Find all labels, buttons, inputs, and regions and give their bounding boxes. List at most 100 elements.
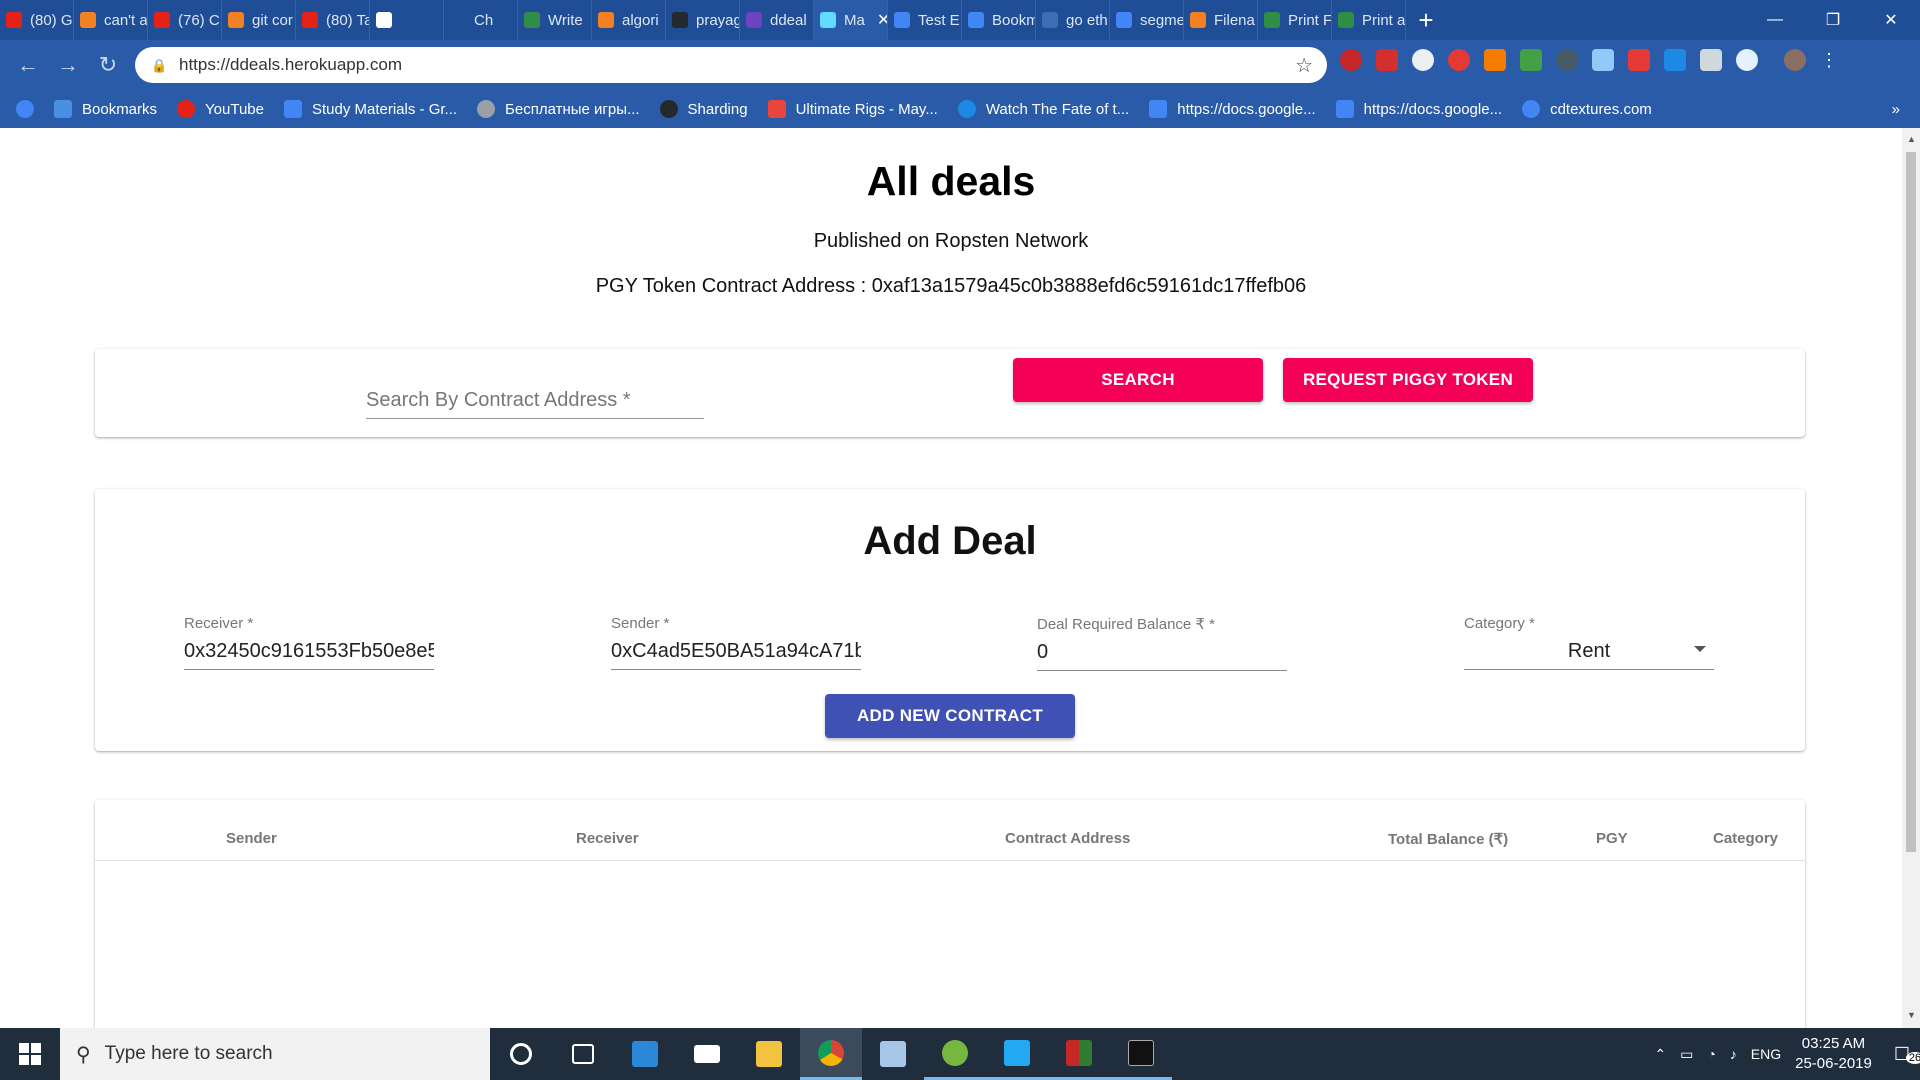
vscode-icon[interactable]: [986, 1028, 1048, 1080]
scroll-down-icon[interactable]: ▼: [1907, 1010, 1916, 1020]
notepad-icon[interactable]: [862, 1028, 924, 1080]
extension-icon[interactable]: [1376, 49, 1398, 71]
file-explorer-icon[interactable]: [738, 1028, 800, 1080]
search-button[interactable]: SEARCH: [1013, 358, 1263, 402]
profile-avatar[interactable]: [1784, 49, 1806, 71]
winrar-icon[interactable]: [1048, 1028, 1110, 1080]
extension-icon[interactable]: [1592, 49, 1614, 71]
extension-icon[interactable]: [1736, 49, 1758, 71]
bookmark-item[interactable]: Bookmarks: [54, 100, 157, 118]
browser-tab[interactable]: Ma ✕: [814, 0, 888, 40]
bookmark-item[interactable]: cdtextures.com: [1522, 100, 1652, 118]
forward-icon[interactable]: →: [48, 45, 88, 85]
wifi-icon[interactable]: ◔: [1707, 1046, 1715, 1062]
browser-tab[interactable]: git cor: [222, 0, 296, 40]
mail-icon[interactable]: [676, 1028, 738, 1080]
add-contract-button[interactable]: ADD NEW CONTRACT: [825, 694, 1075, 738]
bookmark-item[interactable]: Бесплатные игры...: [477, 100, 640, 118]
menu-icon[interactable]: ⋮: [1820, 49, 1838, 71]
bookmark-item[interactable]: Watch The Fate of t...: [957, 100, 1129, 118]
browser-tab[interactable]: Write: [518, 0, 592, 40]
browser-tab[interactable]: ddeal: [740, 0, 814, 40]
bookmark-item[interactable]: https://docs.google...: [1335, 100, 1502, 118]
bookmarks-overflow-icon[interactable]: »: [1892, 101, 1900, 118]
browser-tab[interactable]: Filena: [1184, 0, 1258, 40]
balance-input[interactable]: 0: [1037, 641, 1287, 671]
browser-tab[interactable]: (80) G: [0, 0, 74, 40]
category-select[interactable]: Rent: [1464, 640, 1714, 670]
browser-tab[interactable]: (80) Ta: [296, 0, 370, 40]
restore-icon[interactable]: ❐: [1804, 0, 1862, 40]
close-tab-icon[interactable]: ✕: [877, 10, 887, 30]
bookmark-item[interactable]: [16, 100, 34, 118]
request-token-button[interactable]: REQUEST PIGGY TOKEN: [1283, 358, 1533, 402]
back-icon[interactable]: ←: [8, 45, 48, 85]
browser-tab[interactable]: Ch: [444, 0, 518, 40]
balance-field[interactable]: Deal Required Balance ₹ * 0: [1037, 615, 1287, 671]
receiver-input[interactable]: 0x32450c9161553Fb50e8e5: [184, 640, 434, 670]
chevron-up-icon[interactable]: ⌃: [1654, 1046, 1666, 1063]
new-tab-button[interactable]: +: [1406, 0, 1446, 40]
extension-icon[interactable]: [1520, 49, 1542, 71]
extension-icon[interactable]: [1340, 49, 1362, 71]
close-window-icon[interactable]: ✕: [1862, 0, 1920, 40]
browser-tab[interactable]: prayag: [666, 0, 740, 40]
extension-icon[interactable]: [1628, 49, 1650, 71]
column-total-balance[interactable]: Total Balance (₹): [1388, 830, 1508, 848]
sender-field[interactable]: Sender * 0xC4ad5E50BA51a94cA71b: [611, 615, 861, 670]
store-icon[interactable]: [614, 1028, 676, 1080]
notifications-icon[interactable]: ☐ 26: [1894, 1044, 1920, 1065]
scrollbar-thumb[interactable]: [1906, 152, 1916, 852]
browser-tab[interactable]: Print a: [1332, 0, 1406, 40]
column-category[interactable]: Category: [1713, 830, 1778, 847]
scroll-up-icon[interactable]: ▲: [1907, 134, 1916, 144]
windows-start-icon[interactable]: [0, 1028, 60, 1080]
page-scrollbar[interactable]: ▲ ▼: [1902, 128, 1920, 1028]
browser-tab[interactable]: Test E: [888, 0, 962, 40]
extension-icon[interactable]: [1556, 49, 1578, 71]
extension-icon[interactable]: [1700, 49, 1722, 71]
column-contract-address[interactable]: Contract Address: [1005, 830, 1130, 847]
bookmark-star-icon[interactable]: ☆: [1295, 53, 1313, 78]
minimize-icon[interactable]: —: [1746, 0, 1804, 40]
browser-tab[interactable]: Bookm: [962, 0, 1036, 40]
column-receiver[interactable]: Receiver: [576, 830, 639, 847]
browser-tab[interactable]: algori: [592, 0, 666, 40]
language-indicator[interactable]: ENG: [1751, 1046, 1781, 1062]
column-sender[interactable]: Sender: [226, 830, 277, 847]
extension-icon[interactable]: [1448, 49, 1470, 71]
browser-tab[interactable]: segme: [1110, 0, 1184, 40]
column-pgy[interactable]: PGY: [1596, 830, 1628, 847]
extension-icon[interactable]: [1664, 49, 1686, 71]
browser-tab[interactable]: can't a: [74, 0, 148, 40]
bookmark-item[interactable]: Study Materials - Gr...: [283, 100, 457, 118]
search-input[interactable]: Search By Contract Address *: [366, 389, 704, 419]
address-bar[interactable]: 🔒 https://ddeals.herokuapp.com ☆: [135, 47, 1327, 83]
battery-icon[interactable]: ▭: [1680, 1046, 1693, 1063]
terminal-icon[interactable]: [1110, 1028, 1172, 1080]
taskbar-search[interactable]: ⚲ Type here to search: [60, 1028, 490, 1080]
cortana-icon[interactable]: [490, 1028, 552, 1080]
bookmark-item[interactable]: Ultimate Rigs - May...: [767, 100, 938, 118]
task-view-icon[interactable]: [552, 1028, 614, 1080]
browser-tab[interactable]: (76) C: [148, 0, 222, 40]
reload-icon[interactable]: ↻: [88, 45, 128, 85]
bookmark-item[interactable]: https://docs.google...: [1149, 100, 1316, 118]
volume-icon[interactable]: ♪: [1730, 1046, 1737, 1062]
receiver-field[interactable]: Receiver * 0x32450c9161553Fb50e8e5: [184, 615, 434, 670]
browser-tab[interactable]: go eth: [1036, 0, 1110, 40]
clock[interactable]: 03:25 AM 25-06-2019: [1795, 1034, 1872, 1074]
chrome-icon[interactable]: [800, 1028, 862, 1080]
category-field[interactable]: Category * Rent: [1464, 615, 1714, 670]
url-text[interactable]: https://ddeals.herokuapp.com: [179, 55, 402, 75]
browser-tab[interactable]: Print F: [1258, 0, 1332, 40]
utorrent-icon[interactable]: [924, 1028, 986, 1080]
extension-icon[interactable]: [1412, 49, 1434, 71]
bookmark-item[interactable]: Sharding: [659, 100, 748, 118]
dropdown-arrow-icon[interactable]: [1694, 646, 1706, 652]
browser-tab[interactable]: [370, 0, 444, 40]
bookmark-label: YouTube: [205, 100, 264, 118]
bookmark-item[interactable]: YouTube: [177, 100, 264, 118]
sender-input[interactable]: 0xC4ad5E50BA51a94cA71b: [611, 640, 861, 670]
extension-icon[interactable]: [1484, 49, 1506, 71]
